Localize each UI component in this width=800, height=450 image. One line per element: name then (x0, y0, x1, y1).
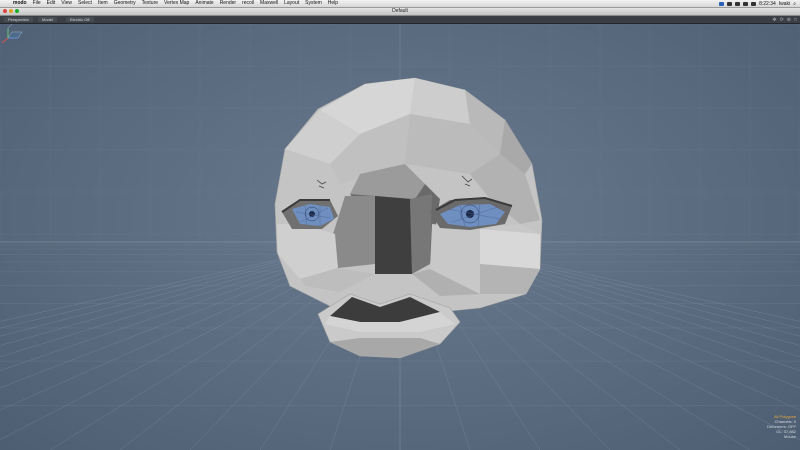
menu-item[interactable]: Item (95, 0, 111, 7)
electric-toggle-button[interactable]: Electric Off (66, 17, 94, 22)
rotate-view-icon[interactable]: ⟳ (780, 17, 784, 23)
3d-viewport[interactable]: All Polygons Channels: 0 Deformers: OFF … (0, 24, 800, 450)
axis-gizmo-icon[interactable] (0, 24, 30, 46)
viewport-nav-icons: ✥ ⟳ ⊕ □ (772, 17, 797, 23)
view-type-button[interactable]: Perspective (4, 17, 33, 22)
menu-modo[interactable]: modo (10, 0, 30, 7)
menu-animate[interactable]: Animate (192, 0, 216, 7)
menu-view[interactable]: View (58, 0, 75, 7)
window-title: Default (392, 8, 408, 14)
bluetooth-icon[interactable] (727, 1, 733, 6)
spotlight-icon[interactable]: ⌕ (793, 1, 796, 7)
maximize-view-icon[interactable]: □ (794, 17, 797, 23)
system-menu-bar: modo File Edit View Select Item Geometry… (0, 0, 800, 8)
wifi-icon[interactable] (735, 1, 741, 6)
dropbox-icon[interactable] (719, 1, 725, 6)
menu-help[interactable]: Help (325, 0, 341, 7)
menu-layout[interactable]: Layout (281, 0, 302, 7)
zoom-window-icon[interactable] (15, 9, 19, 13)
window-controls (3, 9, 19, 13)
menu-system[interactable]: System (302, 0, 325, 7)
menu-file[interactable]: File (30, 0, 44, 7)
menu-vertex-map[interactable]: Vertex Map (161, 0, 192, 7)
menu-recoil[interactable]: recoil (239, 0, 257, 7)
clock[interactable]: 8:22:34 (759, 1, 776, 7)
minimize-window-icon[interactable] (9, 9, 13, 13)
move-view-icon[interactable]: ✥ (772, 17, 776, 23)
viewport-toolbar: Perspective Model Electric Off ✥ ⟳ ⊕ □ (0, 16, 800, 24)
window-title-bar: Default (0, 8, 800, 16)
menu-texture[interactable]: Texture (139, 0, 161, 7)
head-mesh[interactable] (274, 77, 543, 359)
menu-select[interactable]: Select (75, 0, 95, 7)
menu-render[interactable]: Render (217, 0, 239, 7)
menu-geometry[interactable]: Geometry (111, 0, 139, 7)
info-mouse: Mouse (783, 434, 796, 439)
shading-mode-button[interactable]: Model (38, 17, 57, 22)
volume-icon[interactable] (743, 1, 749, 6)
zoom-view-icon[interactable]: ⊕ (787, 17, 791, 23)
menu-maxwell[interactable]: Maxwell (257, 0, 281, 7)
user-name[interactable]: Iwaki (779, 1, 790, 7)
viewport-canvas (0, 24, 800, 450)
status-tray: 8:22:34 Iwaki ⌕ (719, 1, 800, 7)
close-window-icon[interactable] (3, 9, 7, 13)
viewport-info-overlay: All Polygons Channels: 0 Deformers: OFF … (767, 414, 796, 439)
menu-edit[interactable]: Edit (44, 0, 59, 7)
battery-icon[interactable] (751, 1, 757, 6)
